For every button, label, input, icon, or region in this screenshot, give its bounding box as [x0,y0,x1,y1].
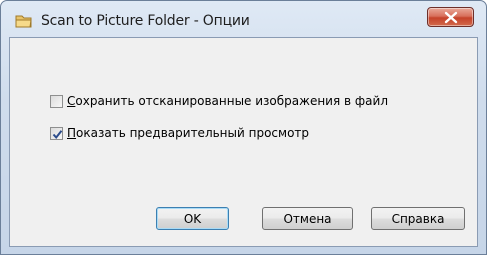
window-title: Scan to Picture Folder - Опции [41,13,250,29]
dialog-content: Сохранить отсканированные изображения в … [9,37,478,247]
ok-button[interactable]: OK [156,207,229,230]
options-dialog: Scan to Picture Folder - Опции Сохранить… [0,0,487,255]
title-bar[interactable]: Scan to Picture Folder - Опции [1,1,486,37]
folder-icon [15,13,33,29]
help-button[interactable]: Справка [371,207,465,230]
close-icon [444,11,458,24]
checkmark-icon [52,129,63,139]
show-preview-checkbox[interactable] [50,126,63,140]
save-scanned-option[interactable]: Сохранить отсканированные изображения в … [50,92,388,110]
show-preview-label[interactable]: Показать предварительный просмотр [67,126,309,140]
cancel-button[interactable]: Отмена [262,207,353,230]
show-preview-option[interactable]: Показать предварительный просмотр [50,124,309,142]
close-button[interactable] [427,7,474,27]
save-scanned-checkbox[interactable] [50,94,63,108]
save-scanned-label[interactable]: Сохранить отсканированные изображения в … [67,94,388,108]
